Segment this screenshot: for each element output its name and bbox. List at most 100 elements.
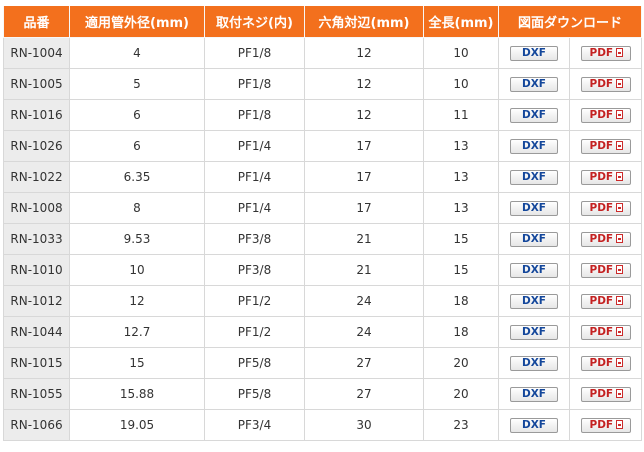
part-number-cell: RN-1022	[3, 161, 70, 193]
dxf-cell: DXF	[498, 285, 570, 317]
hex-size-cell: 24	[304, 285, 424, 317]
pdf-label: PDF	[589, 263, 614, 276]
thread-cell: PF3/8	[204, 223, 305, 255]
dxf-label: DXF	[522, 108, 546, 121]
thread-cell: PF3/8	[204, 254, 305, 286]
part-number-cell: RN-1026	[3, 130, 70, 162]
pdf-download-button[interactable]: PDF	[580, 231, 631, 247]
pdf-label: PDF	[589, 418, 614, 431]
pdf-label: PDF	[589, 139, 614, 152]
pdf-file-icon	[616, 233, 624, 243]
table-row: RN-1010 10 PF3/8 21 15 DXF PDF	[3, 254, 643, 286]
pdf-file-icon	[616, 171, 624, 181]
pdf-label: PDF	[589, 325, 614, 338]
dxf-download-button[interactable]: DXF	[510, 324, 558, 340]
thread-cell: PF3/4	[204, 409, 305, 441]
pdf-label: PDF	[589, 356, 614, 369]
dxf-cell: DXF	[498, 316, 570, 348]
pdf-download-button[interactable]: PDF	[580, 107, 631, 123]
table-row: RN-1033 9.53 PF3/8 21 15 DXF PDF	[3, 223, 643, 255]
outer-diameter-cell: 12.7	[69, 316, 205, 348]
hex-size-cell: 21	[304, 254, 424, 286]
part-number-cell: RN-1066	[3, 409, 70, 441]
hex-size-cell: 24	[304, 316, 424, 348]
pdf-label: PDF	[589, 170, 614, 183]
pdf-cell: PDF	[568, 409, 643, 441]
table-row: RN-1016 6 PF1/8 12 11 DXF PDF	[3, 99, 643, 131]
pdf-file-icon	[616, 419, 624, 429]
length-cell: 10	[423, 68, 499, 100]
dxf-download-button[interactable]: DXF	[510, 138, 558, 154]
thread-cell: PF1/8	[204, 68, 305, 100]
dxf-label: DXF	[522, 139, 546, 152]
length-cell: 18	[423, 316, 499, 348]
pdf-download-button[interactable]: PDF	[580, 76, 631, 92]
part-number-cell: RN-1044	[3, 316, 70, 348]
dxf-cell: DXF	[498, 378, 570, 410]
dxf-download-button[interactable]: DXF	[510, 231, 558, 247]
part-number-cell: RN-1033	[3, 223, 70, 255]
pdf-download-button[interactable]: PDF	[580, 138, 631, 154]
pdf-download-button[interactable]: PDF	[580, 45, 631, 61]
table-row: RN-1015 15 PF5/8 27 20 DXF PDF	[3, 347, 643, 379]
dxf-download-button[interactable]: DXF	[510, 107, 558, 123]
table-row: RN-1026 6 PF1/4 17 13 DXF PDF	[3, 130, 643, 162]
dxf-download-button[interactable]: DXF	[510, 200, 558, 216]
pdf-download-button[interactable]: PDF	[580, 262, 631, 278]
dxf-download-button[interactable]: DXF	[510, 45, 558, 61]
table-row: RN-1012 12 PF1/2 24 18 DXF PDF	[3, 285, 643, 317]
dxf-label: DXF	[522, 294, 546, 307]
length-cell: 11	[423, 99, 499, 131]
pdf-download-button[interactable]: PDF	[580, 293, 631, 309]
length-cell: 20	[423, 347, 499, 379]
dxf-download-button[interactable]: DXF	[510, 417, 558, 433]
outer-diameter-cell: 12	[69, 285, 205, 317]
length-cell: 20	[423, 378, 499, 410]
pdf-label: PDF	[589, 387, 614, 400]
dxf-cell: DXF	[498, 99, 570, 131]
pdf-file-icon	[616, 140, 624, 150]
dxf-download-button[interactable]: DXF	[510, 76, 558, 92]
hex-size-cell: 27	[304, 347, 424, 379]
dxf-label: DXF	[522, 263, 546, 276]
header-length: 全長(mm)	[423, 6, 499, 38]
pdf-download-button[interactable]: PDF	[580, 355, 631, 371]
thread-cell: PF1/4	[204, 161, 305, 193]
pdf-cell: PDF	[568, 130, 643, 162]
hex-size-cell: 27	[304, 378, 424, 410]
pdf-download-button[interactable]: PDF	[580, 386, 631, 402]
hex-size-cell: 17	[304, 130, 424, 162]
dxf-download-button[interactable]: DXF	[510, 386, 558, 402]
dxf-cell: DXF	[498, 68, 570, 100]
outer-diameter-cell: 6	[69, 99, 205, 131]
header-part-number: 品番	[3, 6, 70, 38]
header-drawing-download: 図面ダウンロード	[497, 6, 643, 38]
part-number-cell: RN-1055	[3, 378, 70, 410]
dxf-download-button[interactable]: DXF	[510, 293, 558, 309]
header-hex-size: 六角対辺(mm)	[304, 6, 424, 38]
pdf-download-button[interactable]: PDF	[580, 169, 631, 185]
pdf-file-icon	[616, 357, 624, 367]
length-cell: 10	[423, 37, 499, 69]
table-body: RN-1004 4 PF1/8 12 10 DXF PDF RN-1005 5 …	[3, 37, 643, 441]
pdf-download-button[interactable]: PDF	[580, 200, 631, 216]
table-row: RN-1022 6.35 PF1/4 17 13 DXF PDF	[3, 161, 643, 193]
outer-diameter-cell: 15.88	[69, 378, 205, 410]
pdf-download-button[interactable]: PDF	[580, 324, 631, 340]
outer-diameter-cell: 4	[69, 37, 205, 69]
pdf-download-button[interactable]: PDF	[580, 417, 631, 433]
dxf-download-button[interactable]: DXF	[510, 169, 558, 185]
pdf-file-icon	[616, 78, 624, 88]
table-row: RN-1004 4 PF1/8 12 10 DXF PDF	[3, 37, 643, 69]
part-number-cell: RN-1016	[3, 99, 70, 131]
dxf-download-button[interactable]: DXF	[510, 262, 558, 278]
length-cell: 15	[423, 223, 499, 255]
dxf-label: DXF	[522, 418, 546, 431]
hex-size-cell: 21	[304, 223, 424, 255]
dxf-label: DXF	[522, 77, 546, 90]
dxf-label: DXF	[522, 356, 546, 369]
outer-diameter-cell: 6.35	[69, 161, 205, 193]
header-outer-diameter: 適用管外径(mm)	[69, 6, 205, 38]
dxf-download-button[interactable]: DXF	[510, 355, 558, 371]
hex-size-cell: 30	[304, 409, 424, 441]
